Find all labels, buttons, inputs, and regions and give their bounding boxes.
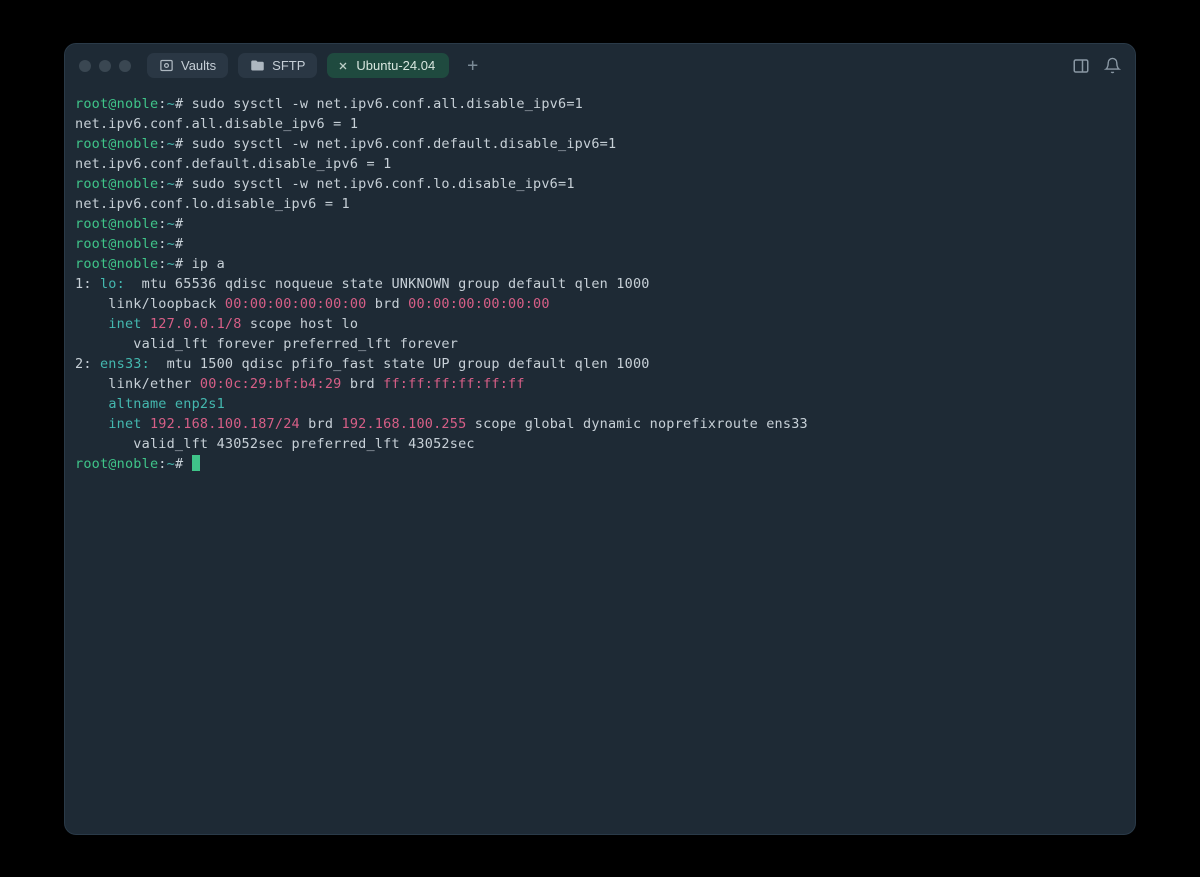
prompt-line: root@noble:~# sudo sysctl -w net.ipv6.co… [75,134,1125,154]
title-bar: Vaults SFTP Ubuntu-24.04 + [65,44,1135,88]
folder-icon [250,58,265,73]
tab-label: Vaults [181,58,216,73]
title-bar-right [1072,57,1121,75]
vault-icon [159,58,174,73]
prompt-line: root@noble:~# [75,234,1125,254]
cursor [192,455,200,471]
close-window-button[interactable] [79,60,91,72]
terminal-output[interactable]: root@noble:~# sudo sysctl -w net.ipv6.co… [65,88,1135,834]
prompt-line: root@noble:~# ip a [75,254,1125,274]
prompt-line: root@noble:~# sudo sysctl -w net.ipv6.co… [75,94,1125,114]
prompt-line: root@noble:~# [75,214,1125,234]
tab-vaults[interactable]: Vaults [147,53,228,78]
output-line: 1: lo: mtu 65536 qdisc noqueue state UNK… [75,274,1125,294]
prompt-line-active[interactable]: root@noble:~# [75,454,1125,474]
output-line: net.ipv6.conf.all.disable_ipv6 = 1 [75,114,1125,134]
output-line: net.ipv6.conf.lo.disable_ipv6 = 1 [75,194,1125,214]
output-line: valid_lft 43052sec preferred_lft 43052se… [75,434,1125,454]
tab-label: Ubuntu-24.04 [356,58,435,73]
add-tab-button[interactable]: + [459,55,486,76]
output-line: net.ipv6.conf.default.disable_ipv6 = 1 [75,154,1125,174]
traffic-lights [79,60,131,72]
output-line: valid_lft forever preferred_lft forever [75,334,1125,354]
maximize-window-button[interactable] [119,60,131,72]
output-line: link/ether 00:0c:29:bf:b4:29 brd ff:ff:f… [75,374,1125,394]
output-line: altname enp2s1 [75,394,1125,414]
output-line: inet 127.0.0.1/8 scope host lo [75,314,1125,334]
split-pane-button[interactable] [1072,57,1090,75]
close-icon[interactable] [337,60,349,72]
output-line: 2: ens33: mtu 1500 qdisc pfifo_fast stat… [75,354,1125,374]
output-line: link/loopback 00:00:00:00:00:00 brd 00:0… [75,294,1125,314]
notifications-button[interactable] [1104,57,1121,74]
tab-ubuntu[interactable]: Ubuntu-24.04 [327,53,449,78]
plus-icon: + [467,55,478,76]
tab-label: SFTP [272,58,305,73]
prompt-line: root@noble:~# sudo sysctl -w net.ipv6.co… [75,174,1125,194]
output-line: inet 192.168.100.187/24 brd 192.168.100.… [75,414,1125,434]
tab-sftp[interactable]: SFTP [238,53,317,78]
minimize-window-button[interactable] [99,60,111,72]
terminal-window: Vaults SFTP Ubuntu-24.04 + [64,43,1136,835]
